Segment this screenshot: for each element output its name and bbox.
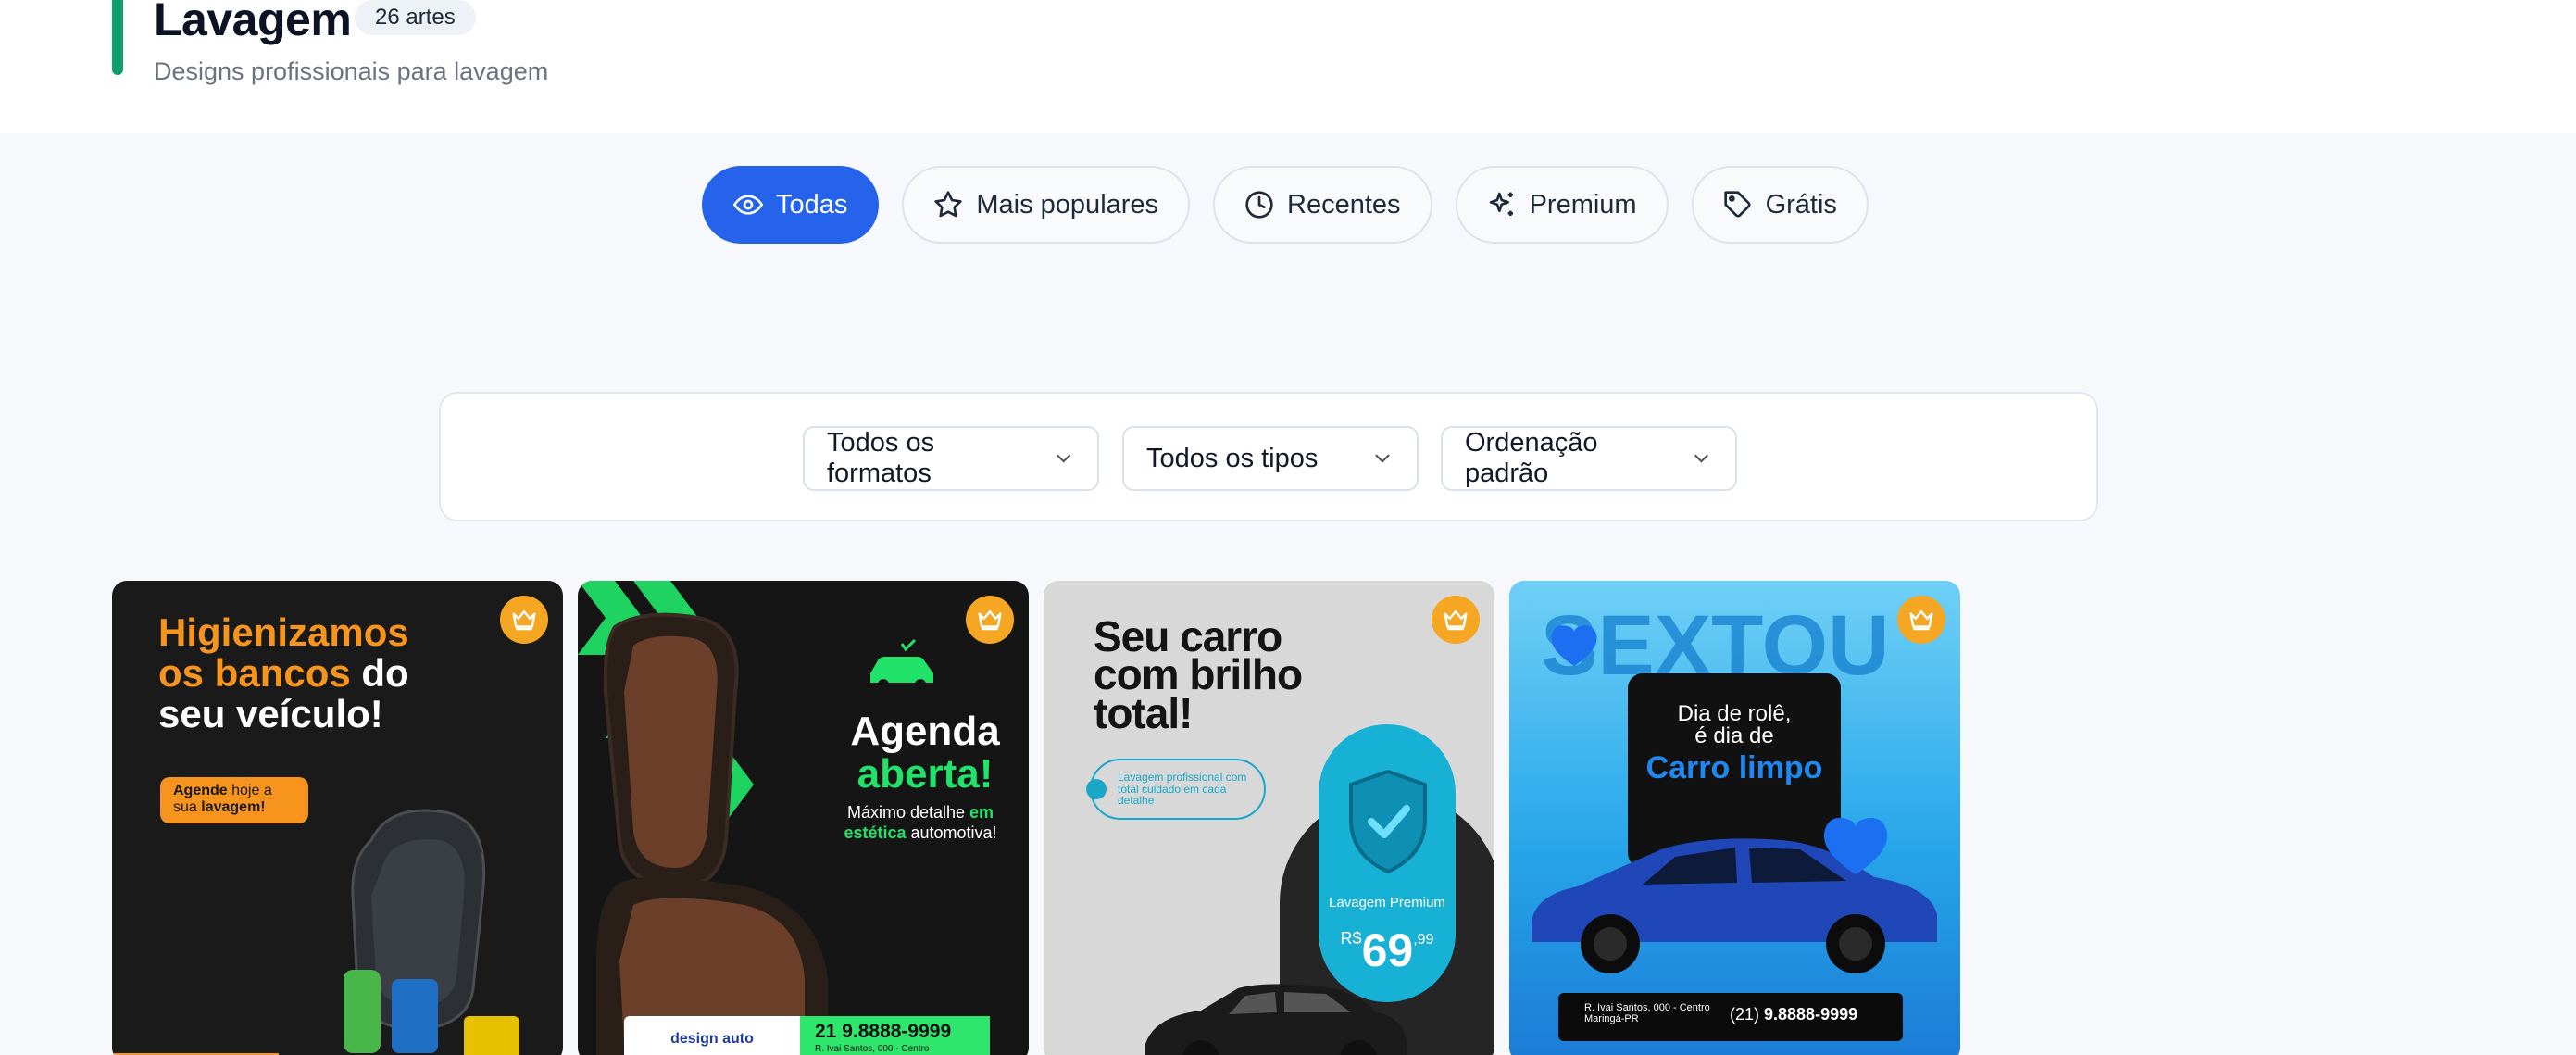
line-text: é dia de <box>1694 723 1774 748</box>
contact-box: 21 9.8888-9999 R. Ivai Santos, 000 - Cen… <box>800 1016 990 1055</box>
headline-line: total! <box>1094 688 1193 737</box>
contact-phone: 21 9.8888-9999 <box>815 1021 952 1042</box>
card-headline: Carro limpo <box>1645 750 1823 785</box>
tag-icon <box>1723 191 1751 218</box>
brand-logo: design auto <box>624 1016 800 1055</box>
star-icon <box>934 191 963 218</box>
card-headline: Agenda aberta! <box>828 710 1022 796</box>
car-illustration <box>1145 984 1407 1055</box>
contact-address: R. Ivai Santos, 000 - Centro <box>815 1044 930 1054</box>
card-line: Dia de rolê, é dia de <box>1628 703 1841 747</box>
header-accent-bar <box>112 0 123 75</box>
format-select[interactable]: Todos os formatos <box>803 426 1099 491</box>
tab-label: Premium <box>1529 189 1637 220</box>
chevron-down-icon <box>1375 454 1390 463</box>
card-headline: Seu carro com brilho total! <box>1094 615 1371 735</box>
tab-label: Grátis <box>1765 189 1837 220</box>
price-currency: R$ <box>1340 929 1362 948</box>
tab-recentes[interactable]: Recentes <box>1213 166 1432 244</box>
art-card[interactable]: Agenda aberta! Máximo detalhe em estétic… <box>578 581 1029 1055</box>
car-seat-illustration <box>344 809 519 1055</box>
subtext-part: Máximo detalhe <box>846 803 970 822</box>
phone-prefix: (21) <box>1730 1005 1765 1024</box>
tab-mais-populares[interactable]: Mais populares <box>902 166 1191 244</box>
category-tabs: Todas Mais populares Recentes Premium Gr… <box>702 166 1869 244</box>
premium-badge <box>500 596 548 644</box>
card-tag: Lavagem profissional com total cuidado e… <box>1090 759 1266 820</box>
format-select-value: Todos os formatos <box>827 428 935 488</box>
headline-line: os bancos <box>158 651 351 696</box>
sort-select[interactable]: Ordenação padrão <box>1441 426 1737 491</box>
tab-label: Recentes <box>1287 189 1401 220</box>
type-select-value: Todos os tipos <box>1146 443 1319 473</box>
chevron-down-icon <box>1694 454 1708 463</box>
type-select[interactable]: Todos os tipos <box>1122 426 1419 491</box>
page-header: Lavagem 26 artes Designs profissionais p… <box>0 0 2576 133</box>
line-text: Dia de rolê, <box>1677 701 1792 726</box>
headline-line: Agenda <box>850 709 1000 754</box>
shield-check-icon <box>1349 769 1427 874</box>
price-value: R$69,99 <box>1319 923 1456 977</box>
card-subtext: Máximo detalhe em estética automotiva! <box>819 803 1022 843</box>
card-cta-pill: Agende hoje a sua lavagem! <box>160 777 308 823</box>
sort-select-value: Ordenação padrão <box>1465 428 1598 488</box>
card-headline: Higienizamos os bancos do seu veículo! <box>158 610 510 736</box>
premium-badge <box>966 596 1014 644</box>
tab-todas[interactable]: Todas <box>702 166 880 244</box>
heart-decor-icon <box>1551 625 1597 666</box>
tag-dot <box>1086 779 1107 799</box>
subtext-part: automotiva! <box>906 823 997 842</box>
art-card[interactable]: Seu carro com brilho total! Lavagem prof… <box>1044 581 1494 1055</box>
headline-line: aberta! <box>857 751 994 798</box>
crown-icon <box>512 610 536 631</box>
headline-line: do <box>350 651 409 696</box>
art-card[interactable]: SEXTOU Dia de rolê, é dia de Carro limpo… <box>1509 581 1960 1055</box>
address-line: Maringá-PR <box>1584 1013 1639 1025</box>
price-integer: 69 <box>1361 924 1414 976</box>
premium-badge <box>1897 596 1945 644</box>
crown-icon <box>978 610 1002 631</box>
clock-icon <box>1245 191 1273 219</box>
pill-text: lavagem! <box>201 799 266 816</box>
pill-text: Agende <box>173 783 228 798</box>
chevron-down-icon <box>1056 454 1070 463</box>
headline-line: Higienizamos <box>158 610 409 654</box>
tab-premium[interactable]: Premium <box>1455 166 1669 244</box>
leather-seat-illustration <box>596 612 828 1055</box>
price-label: Lavagem Premium <box>1329 895 1445 911</box>
tab-gratis[interactable]: Grátis <box>1691 166 1869 244</box>
page-subtitle: Designs profissionais para lavagem <box>154 57 549 85</box>
phone-number: 9.8888-9999 <box>1764 1005 1858 1024</box>
headline-line: seu veículo! <box>158 692 383 736</box>
crown-icon <box>1444 610 1468 631</box>
car-check-icon <box>870 638 933 690</box>
eye-icon <box>733 195 763 215</box>
heart-decor-icon <box>1823 818 1888 875</box>
page-title: Lavagem <box>154 0 352 45</box>
art-card[interactable]: Higienizamos os bancos do seu veículo! A… <box>112 581 563 1055</box>
tab-label: Todas <box>776 189 848 220</box>
address-line: R. Ivai Santos, 000 - Centro <box>1584 1002 1710 1013</box>
crown-icon <box>1909 610 1933 631</box>
tab-label: Mais populares <box>976 189 1159 220</box>
filter-panel: Todos os formatos Todos os tipos Ordenaç… <box>439 392 2098 521</box>
count-badge: 26 artes <box>355 0 476 35</box>
sparkles-icon <box>1489 192 1513 216</box>
price-cents: ,99 <box>1413 932 1434 948</box>
premium-badge <box>1432 596 1480 644</box>
contact-phone: (21) 9.8888-9999 <box>1730 1005 1857 1024</box>
